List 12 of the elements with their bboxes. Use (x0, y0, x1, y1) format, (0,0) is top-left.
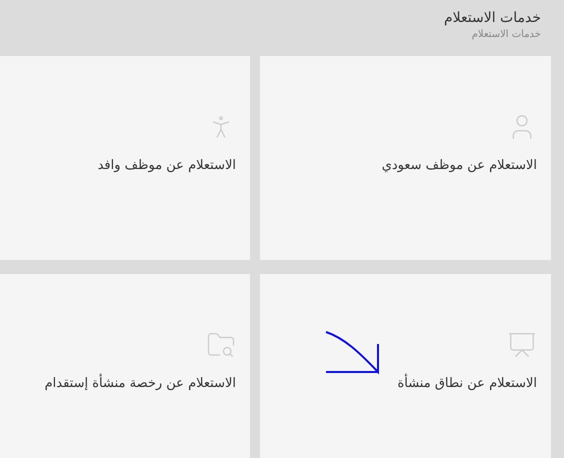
breadcrumb: خدمات الاستعلام (472, 29, 541, 40)
service-card[interactable]: الاستعلام عن نطاق منشأة (260, 274, 551, 458)
service-card[interactable]: الاستعلام عن موظف وافد (0, 56, 250, 260)
service-label: الاستعلام عن نطاق منشأة (397, 376, 537, 391)
service-label: الاستعلام عن موظف وافد (98, 158, 236, 173)
page-title: خدمات الاستعلام (444, 10, 541, 26)
folder-search-icon (206, 330, 236, 360)
service-card[interactable]: الاستعلام عن رخصة منشأة إستقدام (0, 274, 250, 458)
presentation-chart-icon (507, 330, 537, 360)
service-label: الاستعلام عن رخصة منشأة إستقدام (44, 376, 236, 391)
service-card[interactable]: الاستعلام عن موظف سعودي (260, 56, 551, 260)
service-label: الاستعلام عن موظف سعودي (382, 158, 537, 173)
